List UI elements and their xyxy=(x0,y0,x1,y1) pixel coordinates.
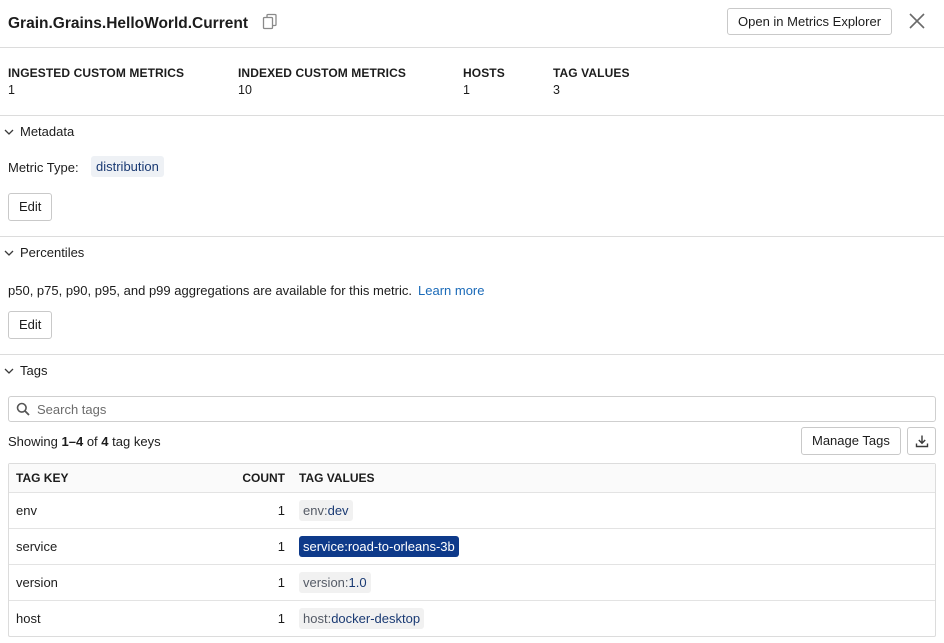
percentiles-section-toggle[interactable]: Percentiles xyxy=(0,243,944,265)
metric-title: Grain.Grains.HelloWorld.Current xyxy=(8,15,249,32)
table-header-row: TAG KEY COUNT TAG VALUES xyxy=(9,464,935,492)
count-cell: 1 xyxy=(277,503,285,518)
stat-value: 10 xyxy=(238,83,252,97)
showing-prefix: Showing xyxy=(8,434,58,449)
percentiles-description: p50, p75, p90, p95, and p99 aggregations… xyxy=(8,283,484,298)
column-header-count[interactable]: COUNT xyxy=(242,471,285,485)
stat-value: 1 xyxy=(8,83,15,97)
table-row[interactable]: env 1 env:dev xyxy=(9,492,935,528)
section-title-tags: Tags xyxy=(20,363,48,378)
search-tags-field[interactable] xyxy=(8,396,936,422)
chevron-down-icon xyxy=(3,365,15,377)
showing-range: 1–4 xyxy=(61,434,84,449)
stat-value: 3 xyxy=(553,83,560,97)
tag-key-cell: service xyxy=(16,539,58,554)
tag-key-cell: version xyxy=(16,575,58,590)
section-title-percentiles: Percentiles xyxy=(20,245,85,260)
metadata-section-toggle[interactable]: Metadata xyxy=(0,122,944,144)
count-cell: 1 xyxy=(277,575,285,590)
percentiles-edit-button[interactable]: Edit xyxy=(8,311,53,339)
learn-more-link[interactable]: Learn more xyxy=(418,283,484,298)
count-cell: 1 xyxy=(277,539,285,554)
tags-section-toggle[interactable]: Tags xyxy=(0,361,944,383)
metric-stats: INGESTED CUSTOM METRICS 1 INDEXED CUSTOM… xyxy=(0,48,944,116)
table-row[interactable]: service 1 service:road-to-orleans-3b xyxy=(9,528,935,564)
chevron-down-icon xyxy=(3,126,15,138)
column-header-tag-values: TAG VALUES xyxy=(299,471,375,485)
showing-suffix: tag keys xyxy=(112,434,161,449)
stat-hosts: HOSTS 1 xyxy=(463,66,505,97)
percentiles-description-text: p50, p75, p90, p95, and p99 aggregations… xyxy=(8,283,412,298)
showing-of: of xyxy=(86,434,98,449)
close-icon[interactable] xyxy=(908,12,926,30)
showing-total: 4 xyxy=(101,434,109,449)
stat-indexed-custom-metrics: INDEXED CUSTOM METRICS 10 xyxy=(238,66,406,97)
tag-key-cell: env xyxy=(16,503,37,518)
tag-value-chip[interactable]: version:1.0 xyxy=(299,572,371,593)
tag-value-chip[interactable]: env:dev xyxy=(299,500,353,521)
column-header-tag-key[interactable]: TAG KEY xyxy=(16,471,68,485)
stat-label: INGESTED CUSTOM METRICS xyxy=(8,66,185,80)
divider xyxy=(0,354,944,355)
count-cell: 1 xyxy=(277,611,285,626)
manage-tags-button[interactable]: Manage Tags xyxy=(801,427,901,455)
table-row[interactable]: version 1 version:1.0 xyxy=(9,564,935,600)
metric-type-value: distribution xyxy=(91,156,164,177)
stat-label: HOSTS xyxy=(463,66,505,80)
tags-table: TAG KEY COUNT TAG VALUES env 1 env:dev s… xyxy=(8,463,936,637)
showing-count: Showing 1–4 of 4 tag keys xyxy=(8,434,161,449)
download-button[interactable] xyxy=(907,427,936,455)
tag-value-chip[interactable]: host:docker-desktop xyxy=(299,608,425,629)
stat-ingested-custom-metrics: INGESTED CUSTOM METRICS 1 xyxy=(8,66,184,97)
section-title-metadata: Metadata xyxy=(20,124,75,139)
chevron-down-icon xyxy=(3,247,15,259)
tag-value-chip-selected[interactable]: service:road-to-orleans-3b xyxy=(299,536,459,557)
search-tags-input[interactable] xyxy=(37,397,917,421)
stat-value: 1 xyxy=(463,83,470,97)
tag-key-cell: host xyxy=(16,611,41,626)
copy-icon[interactable] xyxy=(261,12,279,30)
metric-type-label: Metric Type: xyxy=(8,160,79,175)
stat-tag-values: TAG VALUES 3 xyxy=(553,66,630,97)
open-in-metrics-explorer-button[interactable]: Open in Metrics Explorer xyxy=(727,8,893,35)
stat-label: INDEXED CUSTOM METRICS xyxy=(238,66,406,80)
metadata-edit-button[interactable]: Edit xyxy=(8,193,53,221)
search-icon xyxy=(16,402,30,416)
panel-header: Grain.Grains.HelloWorld.Current Open in … xyxy=(0,0,944,48)
table-row[interactable]: host 1 host:docker-desktop xyxy=(9,600,935,636)
divider xyxy=(0,236,944,237)
stat-label: TAG VALUES xyxy=(553,66,630,80)
